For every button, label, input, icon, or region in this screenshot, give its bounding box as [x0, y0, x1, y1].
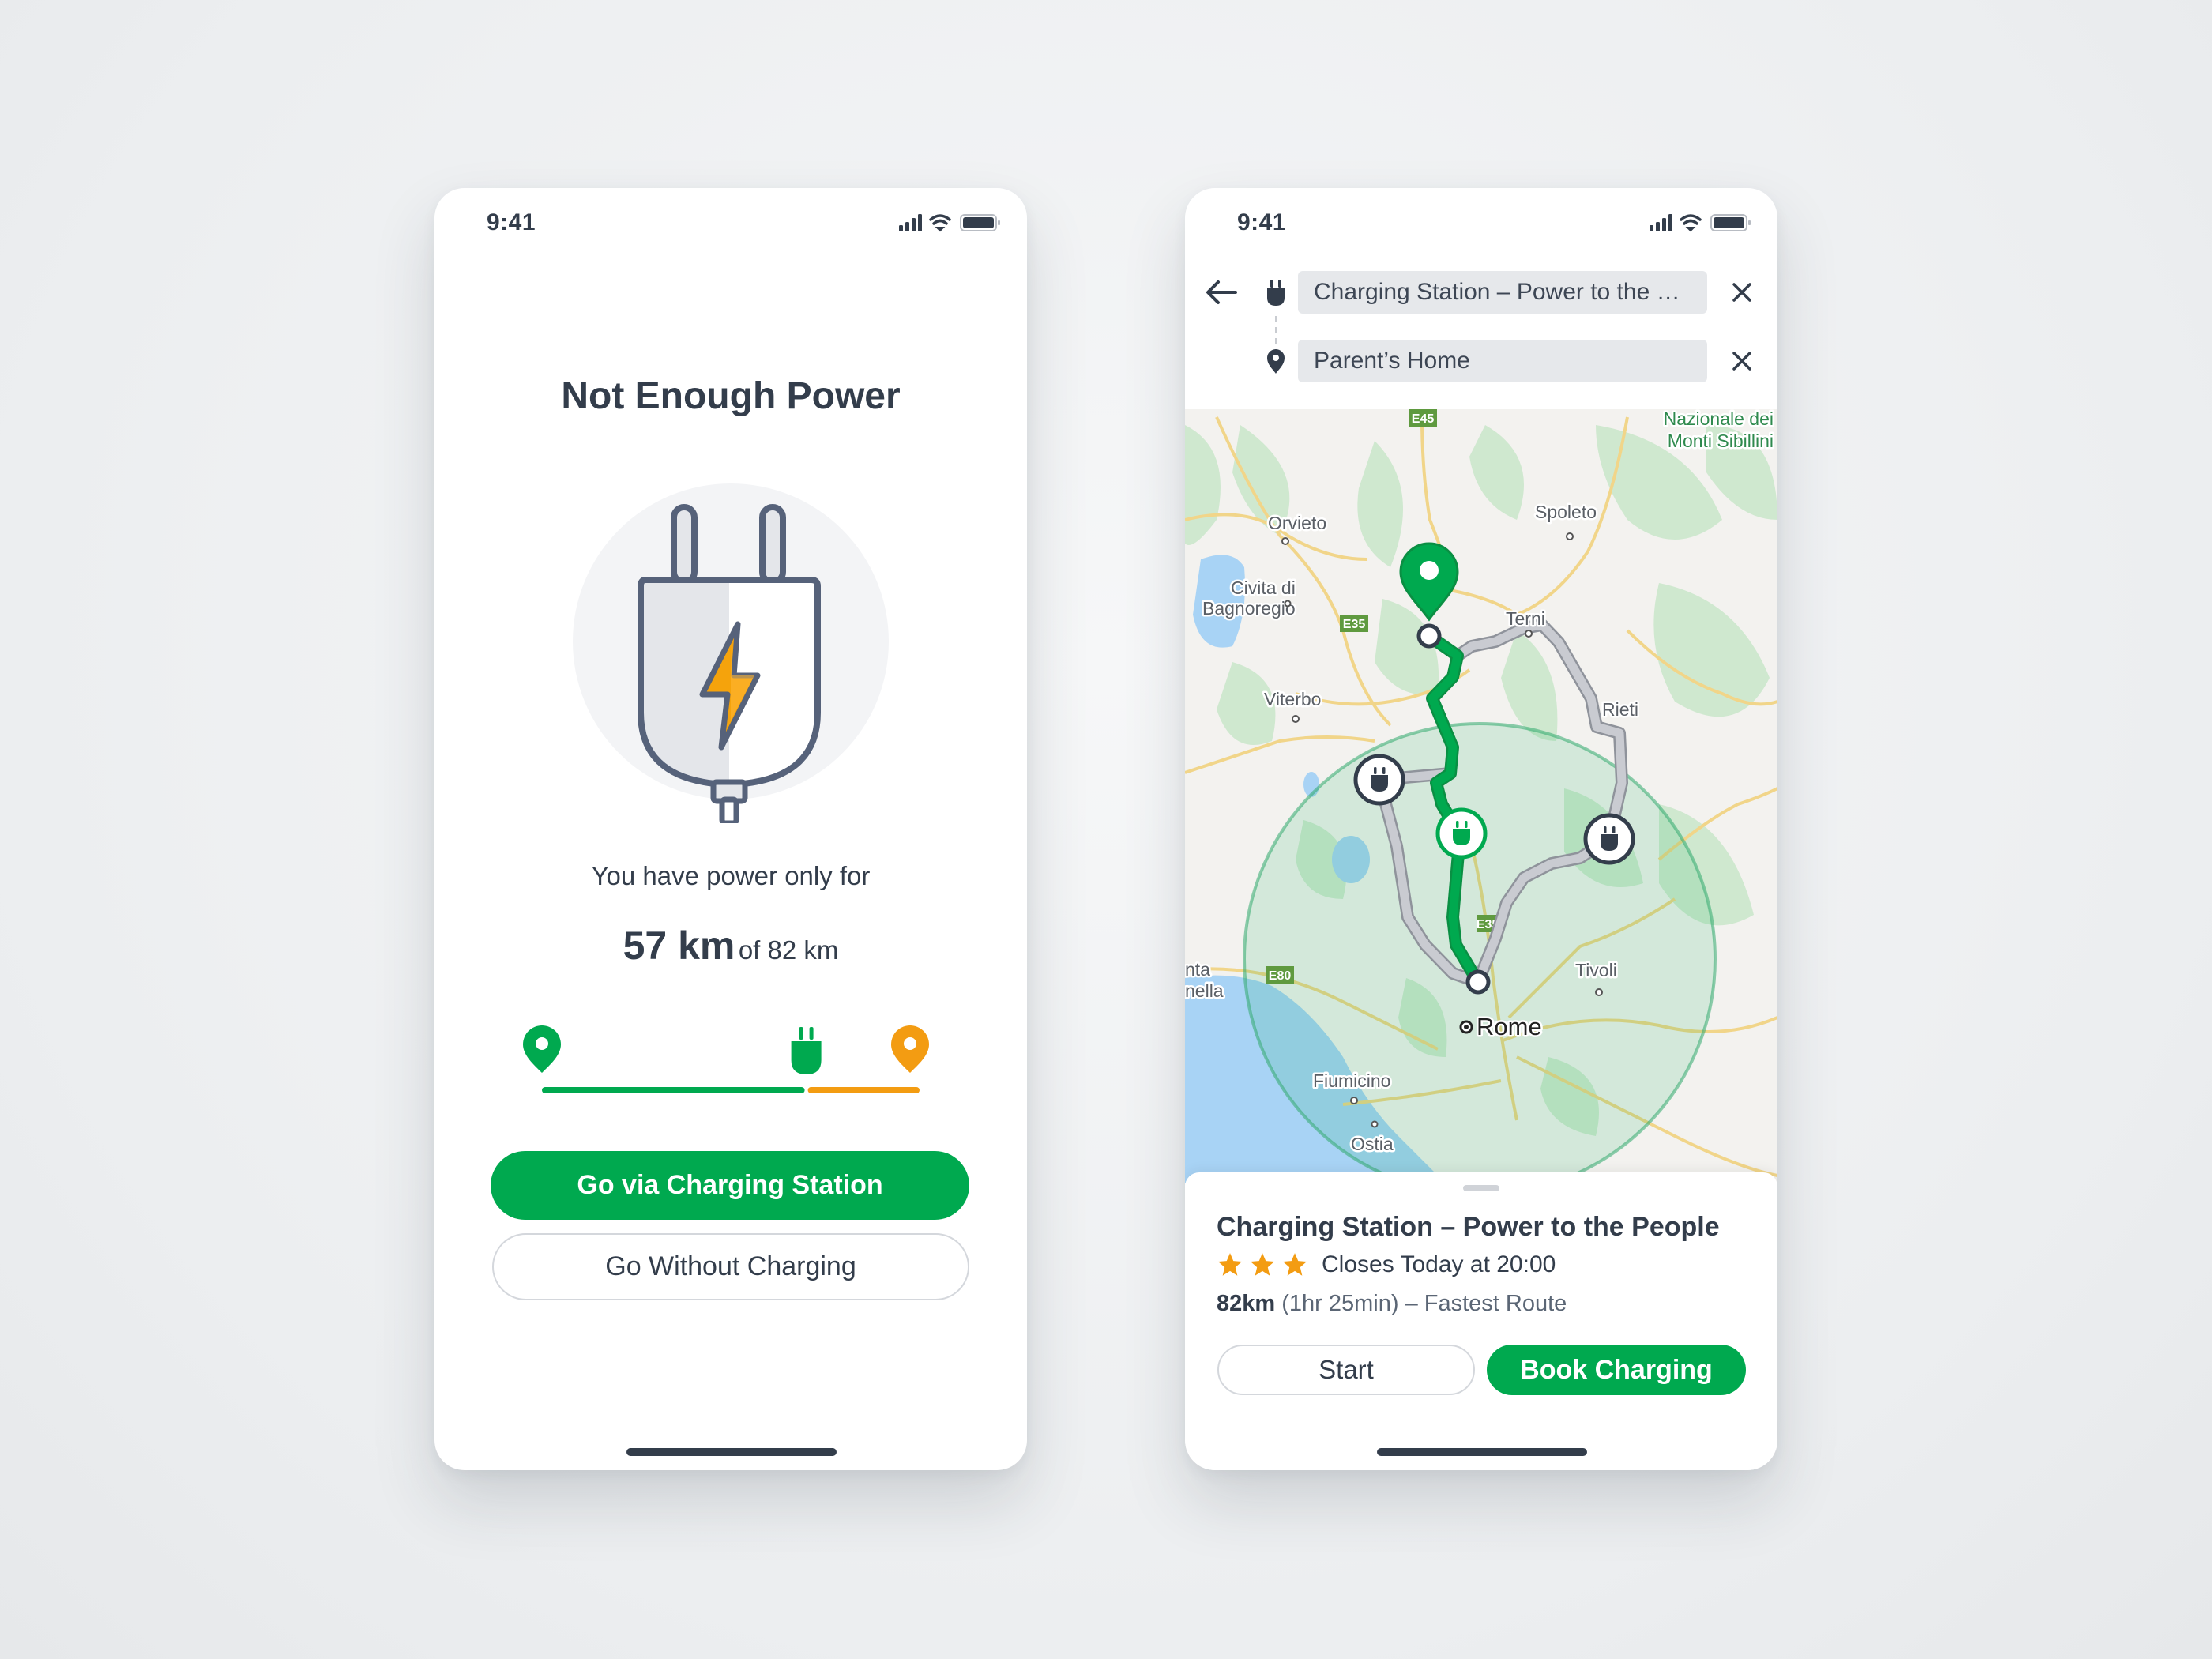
battery-icon — [960, 214, 1000, 231]
wifi-icon — [1680, 214, 1702, 232]
map-label-terni: Terni — [1506, 608, 1545, 629]
route-map[interactable]: E45 E35 E80 E35 Nazionale dei Monti Sibi… — [1185, 409, 1778, 1183]
map-label-fiumicino: Fiumicino — [1313, 1070, 1390, 1091]
map-label-orvieto: Orvieto — [1268, 513, 1326, 533]
page-title: Not Enough Power — [561, 375, 901, 417]
city-dot — [1371, 1120, 1379, 1128]
progress-reachable-segment — [542, 1087, 805, 1093]
go-via-charging-station-button[interactable]: Go via Charging Station — [491, 1151, 969, 1220]
plug-icon — [1267, 280, 1285, 306]
status-icons — [899, 214, 1000, 232]
range-radius-circle — [1243, 722, 1717, 1183]
map-label-park-line1: Nazionale dei — [1664, 409, 1774, 429]
star-rating — [1217, 1251, 1314, 1278]
map-label-ostia: Ostia — [1351, 1134, 1394, 1154]
signal-icon — [899, 214, 922, 231]
map-label-edge-line2: nella — [1185, 980, 1224, 1001]
city-dot — [1595, 988, 1603, 996]
home-indicator — [1377, 1448, 1587, 1456]
map-label-civita-line2: Bagnoregio — [1202, 598, 1296, 619]
green-location-pin-icon — [523, 1025, 561, 1073]
route-distance: 82km — [1217, 1291, 1276, 1316]
route-start-marker[interactable] — [1465, 969, 1491, 995]
city-dot — [1350, 1097, 1358, 1104]
city-dot — [1525, 630, 1533, 638]
city-dot — [1284, 600, 1292, 608]
not-enough-power-screen: 9:41 Not Enough Power You have power onl… — [434, 188, 1027, 1470]
back-arrow-icon[interactable] — [1202, 276, 1240, 308]
destination-input[interactable]: Parent’s Home — [1298, 340, 1707, 382]
range-caption: You have power only for — [591, 861, 871, 890]
highway-badge-e35: E35 — [1340, 615, 1368, 632]
city-dot — [1566, 532, 1574, 540]
signal-icon — [1650, 214, 1672, 231]
station-details-sheet: Charging Station – Power to the People C… — [1185, 1172, 1778, 1470]
capital-dot-center — [1464, 1025, 1469, 1029]
progress-remaining-segment — [807, 1087, 920, 1093]
charging-station-marker[interactable] — [1583, 813, 1635, 865]
city-dot — [1281, 537, 1289, 545]
highway-badge-e45: E45 — [1409, 409, 1437, 427]
range-available: 57 km — [623, 924, 735, 968]
map-label-edge-line1: nta — [1185, 959, 1210, 980]
map-label-civita-line1: Civita di — [1231, 577, 1296, 598]
map-label-spoleto: Spoleto — [1535, 502, 1597, 522]
trip-progress — [523, 1025, 929, 1093]
sheet-drag-handle[interactable] — [1463, 1185, 1499, 1191]
highway-label: E80 — [1269, 969, 1292, 983]
star-icon — [1282, 1253, 1307, 1276]
map-label-rieti: Rieti — [1602, 699, 1638, 720]
station-hours: Closes Today at 20:00 — [1322, 1251, 1556, 1277]
map-label-tivoli: Tivoli — [1575, 960, 1617, 980]
book-charging-button[interactable]: Book Charging — [1487, 1345, 1746, 1395]
clear-origin-icon[interactable] — [1730, 280, 1754, 304]
map-label-rome: Rome — [1477, 1013, 1542, 1040]
home-indicator — [626, 1448, 837, 1456]
map-label-park-line2: Monti Sibillini — [1668, 431, 1774, 451]
highway-label: E45 — [1412, 412, 1435, 426]
status-time: 9:41 — [487, 209, 536, 235]
station-rating-row: Closes Today at 20:00 — [1217, 1251, 1556, 1278]
range-readout: 57 km of 82 km — [434, 923, 1027, 969]
city-dot — [1292, 715, 1300, 723]
status-icons — [1650, 214, 1751, 232]
wifi-icon — [929, 214, 951, 232]
route-detail: (1hr 25min) – Fastest Route — [1281, 1291, 1567, 1316]
status-time: 9:41 — [1237, 209, 1287, 235]
route-map-screen: 9:41 Charging Station – Power to the Peo… — [1185, 188, 1778, 1470]
battery-icon — [1710, 214, 1751, 231]
selected-charging-station-marker[interactable] — [1435, 807, 1488, 860]
green-plug-icon — [791, 1027, 822, 1074]
location-pin-icon — [1267, 349, 1285, 374]
clear-destination-icon[interactable] — [1730, 349, 1754, 373]
highway-badge-e80: E80 — [1266, 966, 1294, 984]
station-title: Charging Station – Power to the People — [1217, 1212, 1720, 1242]
orange-location-pin-icon — [891, 1025, 929, 1073]
go-without-charging-button[interactable]: Go Without Charging — [492, 1233, 969, 1300]
range-total: of 82 km — [738, 935, 839, 965]
start-button[interactable]: Start — [1217, 1345, 1475, 1395]
plug-with-lightning-icon — [638, 504, 821, 823]
map-label-viterbo: Viterbo — [1264, 689, 1321, 709]
route-summary: 82km (1hr 25min) – Fastest Route — [1217, 1291, 1567, 1317]
route-origin-marker[interactable] — [1416, 623, 1442, 649]
charging-station-marker[interactable] — [1353, 754, 1405, 806]
origin-input[interactable]: Charging Station – Power to the People — [1298, 271, 1707, 314]
star-icon — [1217, 1253, 1243, 1276]
star-icon — [1250, 1253, 1275, 1276]
highway-label: E35 — [1343, 618, 1366, 631]
